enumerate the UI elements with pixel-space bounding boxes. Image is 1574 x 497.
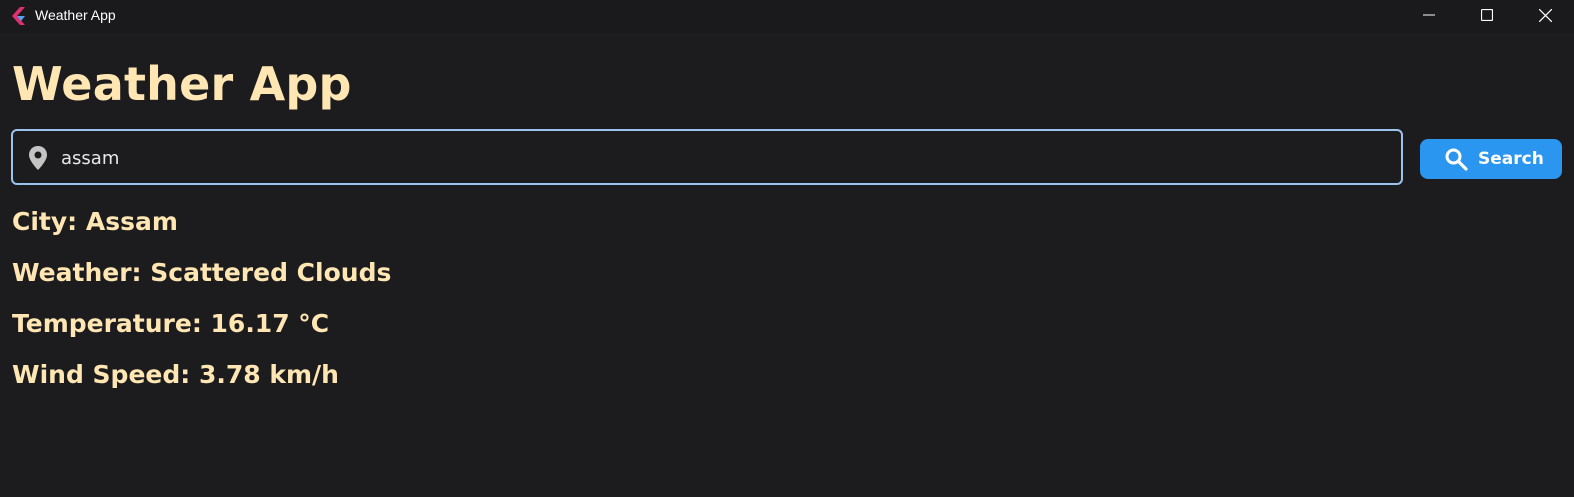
maximize-button[interactable] (1458, 0, 1516, 30)
close-button[interactable] (1516, 0, 1574, 30)
weather-text: Weather: Scattered Clouds (12, 258, 392, 287)
flutter-app-icon (12, 7, 25, 25)
location-search-field[interactable] (11, 129, 1403, 185)
search-button-label: Search (1478, 149, 1544, 169)
maximize-icon (1481, 9, 1493, 21)
location-pin-icon (29, 146, 47, 170)
search-input[interactable] (61, 143, 1381, 173)
minimize-button[interactable] (1400, 0, 1458, 30)
wind-speed-text: Wind Speed: 3.78 km/h (12, 360, 339, 389)
search-button[interactable]: Search (1420, 139, 1562, 179)
close-icon (1538, 8, 1552, 22)
temperature-text: Temperature: 16.17 °C (12, 309, 330, 338)
minimize-icon (1423, 14, 1435, 16)
search-icon (1445, 148, 1468, 171)
window-titlebar: Weather App (0, 0, 1574, 33)
page-title: Weather App (12, 57, 352, 111)
city-text: City: Assam (12, 207, 178, 236)
window-title: Weather App (35, 7, 116, 23)
